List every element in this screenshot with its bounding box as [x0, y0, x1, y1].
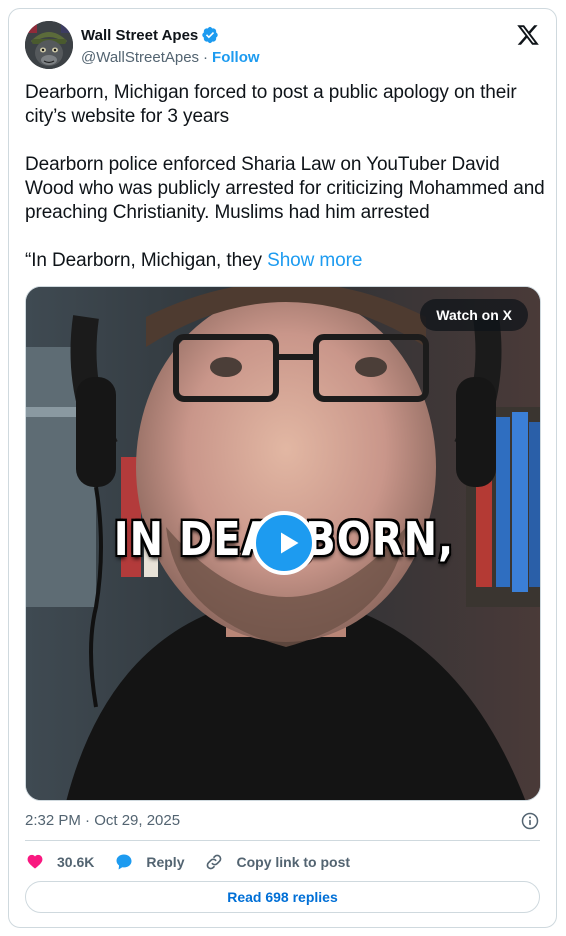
tweet-header: Wall Street Apes @WallStreetApes · Follo…	[25, 21, 540, 69]
post-timestamp[interactable]: 2:32 PM · Oct 29, 2025	[25, 812, 180, 829]
author-handle[interactable]: @WallStreetApes	[81, 49, 199, 66]
video-player[interactable]: IN DEARBORN, Watch on X	[25, 286, 541, 801]
tweet-text: Dearborn, Michigan forced to post a publ…	[25, 81, 545, 273]
reply-label: Reply	[146, 854, 185, 870]
follow-button[interactable]: Follow	[212, 49, 260, 66]
avatar-ape-image	[25, 21, 73, 69]
avatar[interactable]	[25, 21, 73, 69]
reply-bubble-icon	[116, 854, 132, 870]
handle-row: @WallStreetApes · Follow	[81, 47, 260, 67]
verified-badge-icon	[202, 26, 218, 44]
tweet-paragraph-3: “In Dearborn, Michigan, they Show more	[25, 249, 545, 273]
play-icon	[281, 532, 299, 554]
like-button[interactable]: 30.6K	[25, 852, 94, 872]
info-icon[interactable]	[520, 811, 540, 831]
x-logo-icon[interactable]	[516, 23, 540, 47]
author-display-name[interactable]: Wall Street Apes	[81, 27, 198, 44]
copy-link-button[interactable]: Copy link to post	[204, 852, 350, 872]
tweet-paragraph-1: Dearborn, Michigan forced to post a publ…	[25, 82, 517, 127]
show-more-link[interactable]: Show more	[267, 250, 362, 271]
action-bar: 30.6K Reply Copy link to post	[25, 850, 370, 874]
like-count: 30.6K	[57, 854, 95, 870]
copy-link-label: Copy link to post	[236, 854, 351, 870]
watch-on-x-button[interactable]: Watch on X	[420, 299, 528, 331]
timestamp-row: 2:32 PM · Oct 29, 2025	[25, 810, 540, 832]
separator-dot: ·	[203, 48, 209, 66]
heart-icon	[27, 854, 43, 869]
tweet-paragraph-2: Dearborn police enforced Sharia Law on Y…	[25, 154, 545, 223]
tweet-paragraph-3-text: “In Dearborn, Michigan, they	[25, 250, 262, 271]
divider	[25, 840, 540, 841]
name-row: Wall Street Apes	[81, 25, 219, 45]
reply-button[interactable]: Reply	[114, 852, 184, 872]
link-icon	[207, 854, 222, 870]
play-button[interactable]	[252, 511, 316, 575]
read-replies-button[interactable]: Read 698 replies	[25, 881, 540, 913]
tweet-embed-card: Wall Street Apes @WallStreetApes · Follo…	[8, 8, 557, 928]
